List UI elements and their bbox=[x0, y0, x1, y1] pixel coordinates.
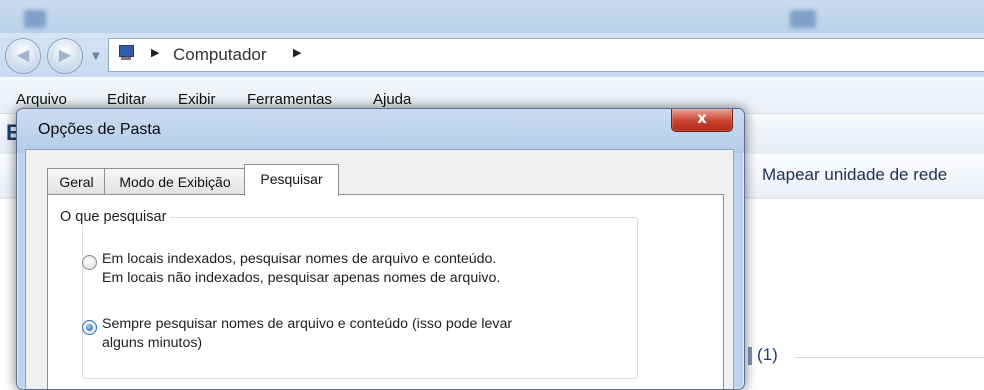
dialog-title: Opções de Pasta bbox=[38, 121, 161, 138]
search-tab-page: O que pesquisar Em locais indexados, pes… bbox=[47, 194, 724, 389]
tab-geral[interactable]: Geral bbox=[47, 168, 106, 195]
breadcrumb-computer[interactable]: Computador bbox=[173, 45, 267, 65]
close-button[interactable]: x bbox=[671, 109, 733, 132]
group-header-marker bbox=[748, 347, 752, 365]
menu-editar[interactable]: Editar bbox=[107, 91, 146, 108]
option-indexed-line2: Em locais não indexados, pesquisar apena… bbox=[102, 270, 501, 286]
menu-arquivo[interactable]: Arquivo bbox=[16, 91, 67, 108]
radio-always-search-contents[interactable] bbox=[82, 320, 97, 335]
forward-arrow-icon: ▶ bbox=[58, 45, 72, 64]
address-bar[interactable]: ▶ Computador ▶ bbox=[108, 38, 984, 72]
option-indexed-line1: Em locais indexados, pesquisar nomes de … bbox=[102, 251, 497, 267]
history-dropdown-icon[interactable]: ▼ bbox=[92, 51, 100, 62]
dialog-body: Geral Modo de Exibição Pesquisar O que p… bbox=[25, 149, 734, 389]
group-header-count[interactable]: (1) bbox=[757, 345, 778, 365]
tab-modo-de-exibicao[interactable]: Modo de Exibição bbox=[104, 168, 246, 195]
group-header-line bbox=[795, 357, 984, 358]
forward-button[interactable]: ▶ bbox=[47, 38, 83, 74]
folder-options-dialog: Opções de Pasta x Geral Modo de Exibição… bbox=[16, 108, 745, 390]
menu-ajuda[interactable]: Ajuda bbox=[373, 91, 411, 108]
option-always-line2: alguns minutos) bbox=[102, 335, 203, 351]
explorer-blurred-icon bbox=[790, 10, 816, 28]
option-indexed-label[interactable]: Em locais indexados, pesquisar nomes de … bbox=[102, 250, 500, 288]
tab-label: Modo de Exibição bbox=[119, 174, 231, 190]
breadcrumb-separator-icon[interactable]: ▶ bbox=[151, 46, 159, 59]
explorer-blurred-ribbon bbox=[0, 8, 984, 32]
tab-label: Pesquisar bbox=[260, 171, 323, 187]
tab-label: Geral bbox=[59, 174, 94, 190]
back-arrow-icon: ◀ bbox=[16, 45, 30, 64]
menu-exibir[interactable]: Exibir bbox=[178, 91, 216, 108]
group-legend: O que pesquisar bbox=[56, 209, 171, 225]
breadcrumb-chevron-icon[interactable]: ▶ bbox=[293, 46, 301, 59]
map-network-drive-button[interactable]: Mapear unidade de rede bbox=[762, 165, 947, 185]
tab-pesquisar[interactable]: Pesquisar bbox=[244, 164, 339, 196]
what-to-search-group bbox=[82, 217, 638, 379]
computer-icon bbox=[117, 45, 135, 61]
radio-indexed-locations[interactable] bbox=[82, 255, 97, 270]
back-button[interactable]: ◀ bbox=[5, 38, 41, 74]
option-always-label[interactable]: Sempre pesquisar nomes de arquivo e cont… bbox=[102, 315, 512, 353]
menu-ferramentas[interactable]: Ferramentas bbox=[247, 91, 332, 108]
option-always-line1: Sempre pesquisar nomes de arquivo e cont… bbox=[102, 316, 513, 332]
explorer-app-icon bbox=[24, 10, 46, 28]
close-icon: x bbox=[697, 109, 707, 127]
